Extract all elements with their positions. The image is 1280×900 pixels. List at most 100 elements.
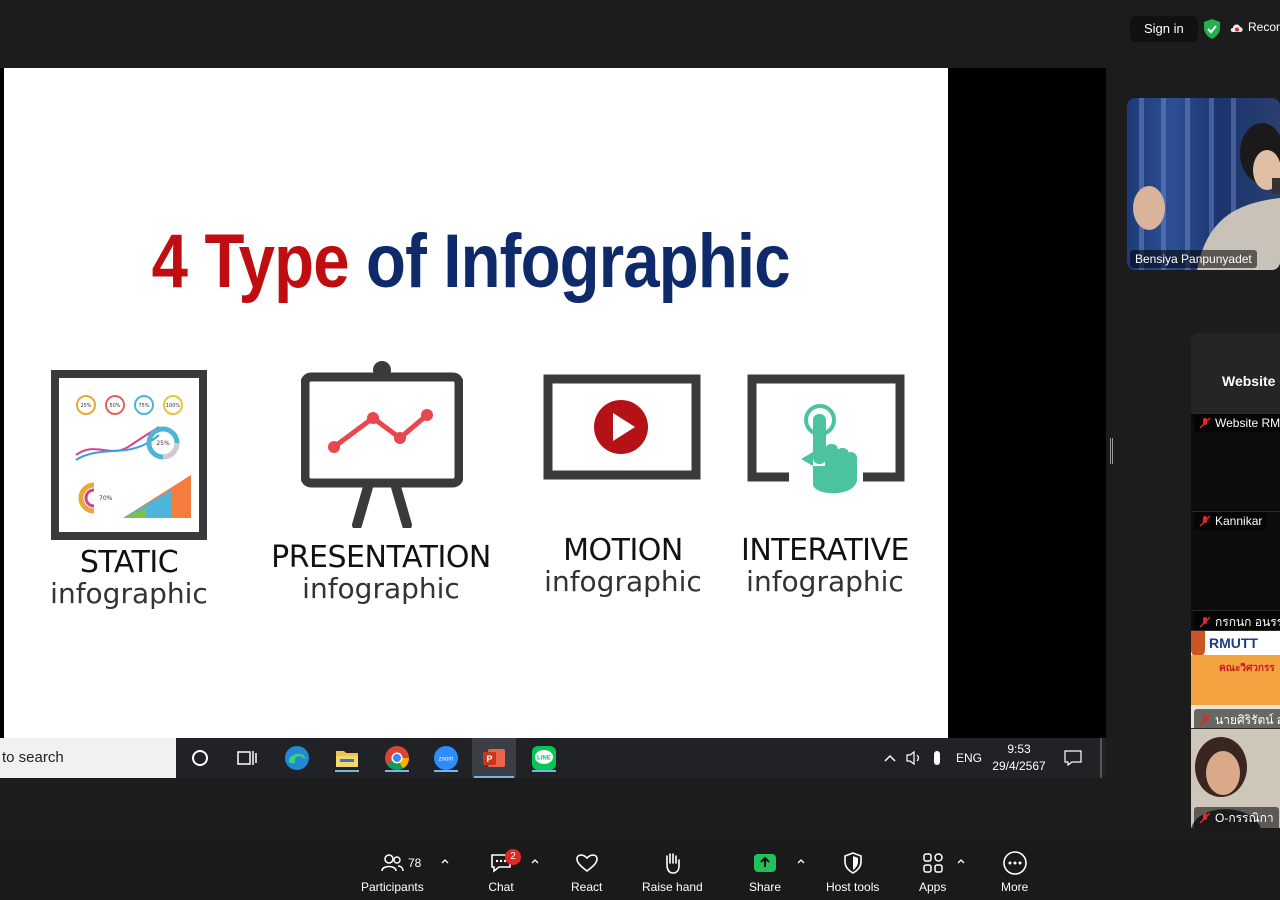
apps-button[interactable]: Apps [919,850,946,894]
participant-tile[interactable]: Kannikar [1191,511,1280,610]
type-interactive: INTERATIVE infographic [732,536,918,596]
share-screen-icon [754,854,777,872]
participant-name: กรกนก อนรร [1215,615,1280,629]
participant-name: นายศิริรัตน์ ส [1215,713,1280,727]
react-button[interactable]: React [571,850,602,894]
raise-hand-icon [666,853,681,874]
edge-browser-icon[interactable] [283,744,311,772]
speaker-name-tag: Bensiya Panpunyadet [1130,250,1257,268]
gauge-label: 70% [99,495,113,502]
powerpoint-app-icon[interactable]: P [472,738,516,778]
participant-tile[interactable]: Website RM [1191,413,1280,511]
svg-text:P: P [486,754,492,764]
slide-title: 4 Type of Infographic [65,218,877,305]
type-static-sub: infographic [50,577,208,610]
type-presentation: PRESENTATION infographic [266,543,496,603]
share-caret-icon[interactable] [796,856,806,866]
sign-in-button[interactable]: Sign in [1130,16,1198,42]
presentation-slide: 4 Type of Infographic 25% 50% 75% 100% 2… [4,68,948,738]
apps-icon [922,853,943,873]
slide-title-red: 4 Type [151,219,350,304]
active-speaker-video[interactable]: Bensiya Panpunyadet [1127,98,1280,270]
tray-chevron-icon[interactable] [883,738,897,778]
explorer-active-indicator [335,770,359,772]
speaker-person [1133,123,1280,270]
record-label: Recor [1248,20,1280,34]
banner-text: RMUTT [1209,635,1258,651]
donut-label: 25% [156,440,170,447]
participants-label: Participants [361,880,424,894]
type-motion: MOTION infographic [533,536,713,596]
volume-icon[interactable] [905,738,923,778]
participant-tile[interactable]: กรกนก อนรร [1191,610,1280,634]
task-view-icon[interactable] [233,744,261,772]
remote-taskbar: to search zoom P LINE ENG 9:53 29/4/2567 [0,738,1106,778]
ring-label-4: 100% [166,403,181,409]
file-explorer-icon[interactable] [333,744,361,772]
type-interactive-sub: infographic [746,565,904,598]
microphone-tray-icon[interactable] [932,738,942,778]
mic-muted-icon [1199,515,1211,527]
chat-unread-badge: 2 [505,849,521,865]
ring-label-2: 50% [109,403,120,409]
chat-label: Chat [488,880,514,894]
shared-screen: 4 Type of Infographic 25% 50% 75% 100% 2… [0,68,1106,778]
line-app-icon[interactable]: LINE [530,744,558,772]
share-button[interactable]: Share [749,850,781,894]
zoom-app-icon[interactable]: zoom [432,744,460,772]
type-interactive-name: INTERATIVE [740,533,910,568]
participant-name: O-กรรณิกา [1215,811,1274,825]
more-label: More [1001,880,1029,894]
static-infographic-icon: 25% 50% 75% 100% 25% 70% [51,370,207,540]
interactive-touch-icon [747,374,905,502]
zoom-active-indicator [434,770,458,772]
presentation-easel-icon [301,361,463,528]
type-static: STATIC infographic [44,548,214,608]
participants-count: 78 [408,856,422,870]
zoom-meeting-window: Sign in Recor 4 Type of Infographic 25% … [0,0,1280,900]
raise-hand-button[interactable]: Raise hand [642,850,703,894]
type-presentation-sub: infographic [302,572,460,605]
panel-resize-handle[interactable] [1110,438,1113,464]
notification-icon[interactable] [1064,738,1082,778]
participant-name: Website RM [1215,416,1280,430]
meeting-toolbar: Participants 78 Chat 2 React Raise hand … [0,842,1280,900]
gallery-title: Website [1222,373,1276,389]
participant-name: Kannikar [1215,514,1263,528]
chrome-active-indicator [385,770,409,772]
shield-check-icon[interactable] [1203,19,1221,39]
cortana-icon[interactable] [186,744,214,772]
banner-subtitle: คณะวิศวกรร [1219,663,1275,674]
taskbar-clock[interactable]: 9:53 29/4/2567 [984,741,1054,775]
slide-title-blue: of Infographic [366,219,791,304]
apps-caret-icon[interactable] [956,856,966,866]
host-tools-button[interactable]: Host tools [826,850,879,894]
chat-caret-icon[interactable] [530,856,540,866]
participant-name-tag: Kannikar [1194,512,1268,530]
type-motion-sub: infographic [544,565,702,598]
cloud-record-icon [1230,24,1243,32]
mic-muted-icon [1199,616,1211,628]
heart-icon [575,854,598,873]
chrome-browser-icon[interactable] [383,744,411,772]
ring-label-1: 25% [80,403,91,409]
share-label: Share [749,880,782,894]
motion-video-icon [543,374,701,480]
language-indicator[interactable]: ENG [956,738,982,778]
type-presentation-name: PRESENTATION [271,540,491,575]
mic-muted-icon [1199,714,1211,726]
participant-name-tag: นายศิริรัตน์ ส [1194,709,1280,728]
ring-label-3: 75% [138,403,149,409]
show-desktop-strip[interactable] [1100,738,1102,778]
powerpoint-active-indicator [474,776,514,778]
participant-tile[interactable]: RMUTT คณะวิศวกรร นายศิริรัตน์ ส [1191,630,1280,728]
participant-name-tag: Website RM [1194,414,1280,432]
type-motion-name: MOTION [563,533,683,568]
more-button[interactable]: More [1001,850,1028,894]
recording-indicator[interactable]: Recor [1230,20,1280,34]
participant-tile[interactable]: O-กรรณิกา [1191,728,1280,828]
type-static-name: STATIC [79,545,179,580]
line-active-indicator [532,770,556,772]
participants-caret-icon[interactable] [440,856,450,866]
taskbar-search[interactable]: to search [0,738,176,778]
